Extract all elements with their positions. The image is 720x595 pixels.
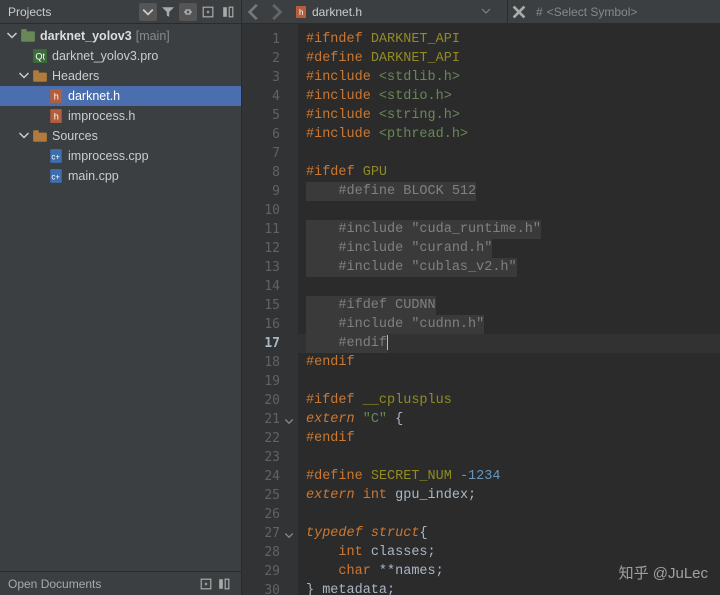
- fold-icon[interactable]: [284, 528, 294, 538]
- cpp-file-icon: c+: [48, 148, 64, 164]
- twisty-open-icon: [6, 30, 18, 42]
- tree-headers-folder[interactable]: Headers: [0, 66, 241, 86]
- code-line[interactable]: #ifdef CUDNN: [298, 296, 720, 315]
- cpp-file-icon: c+: [48, 168, 64, 184]
- svg-text:h: h: [54, 111, 59, 121]
- symbol-selector[interactable]: # <Select Symbol>: [528, 5, 645, 19]
- code-line[interactable]: extern "C" {: [298, 410, 720, 429]
- svg-text:h: h: [54, 91, 59, 101]
- code-line[interactable]: #define SECRET_NUM -1234: [298, 467, 720, 486]
- code-editor[interactable]: #ifndef DARKNET_API#define DARKNET_API#i…: [298, 24, 720, 595]
- code-line[interactable]: typedef struct{: [298, 524, 720, 543]
- split-icon[interactable]: [215, 575, 233, 593]
- folder-icon: [32, 128, 48, 144]
- editor-pane: h darknet.h # <Select Symbol> 1234567891…: [242, 0, 720, 595]
- h-file-icon: h: [48, 88, 64, 104]
- twisty-open-icon: [18, 70, 30, 82]
- line-gutter[interactable]: 1234567891011121314151617181920212223242…: [242, 24, 298, 595]
- code-line[interactable]: [298, 277, 720, 296]
- code-line[interactable]: #include <pthread.h>: [298, 125, 720, 144]
- code-line[interactable]: #endif: [298, 353, 720, 372]
- fold-icon[interactable]: [284, 414, 294, 424]
- folder-icon: [32, 68, 48, 84]
- new-window-icon[interactable]: [197, 575, 215, 593]
- tree-file-main-cpp[interactable]: c+ main.cpp: [0, 166, 241, 186]
- code-line[interactable]: #define DARKNET_API: [298, 49, 720, 68]
- code-line[interactable]: #include <string.h>: [298, 106, 720, 125]
- tree-project-root[interactable]: darknet_yolov3 [main]: [0, 26, 241, 46]
- code-line[interactable]: [298, 201, 720, 220]
- code-line[interactable]: #include "cuda_runtime.h": [298, 220, 720, 239]
- code-line[interactable]: #include "cublas_v2.h": [298, 258, 720, 277]
- combo-icon[interactable]: [139, 3, 157, 21]
- nav-forward-icon[interactable]: [266, 3, 284, 21]
- twisty-open-icon: [18, 130, 30, 142]
- tree-file-improcess-h[interactable]: h improcess.h: [0, 106, 241, 126]
- code-line[interactable]: char **names;: [298, 562, 720, 581]
- code-line[interactable]: } metadata;: [298, 581, 720, 595]
- link-icon[interactable]: [179, 3, 197, 21]
- code-line[interactable]: #ifndef DARKNET_API: [298, 30, 720, 49]
- code-line[interactable]: #ifdef __cplusplus: [298, 391, 720, 410]
- h-file-icon: h: [48, 108, 64, 124]
- nav-back-icon[interactable]: [246, 3, 264, 21]
- code-line[interactable]: #include "curand.h": [298, 239, 720, 258]
- close-file-icon[interactable]: [510, 3, 528, 21]
- svg-text:h: h: [299, 8, 303, 17]
- tree-pro-file[interactable]: Qt darknet_yolov3.pro: [0, 46, 241, 66]
- new-window-icon[interactable]: [199, 3, 217, 21]
- hash-icon: #: [536, 5, 543, 19]
- code-line[interactable]: [298, 372, 720, 391]
- code-line[interactable]: extern int gpu_index;: [298, 486, 720, 505]
- filter-icon[interactable]: [159, 3, 177, 21]
- svg-text:c+: c+: [51, 152, 60, 161]
- code-line[interactable]: #endif: [298, 429, 720, 448]
- code-line[interactable]: #define BLOCK 512: [298, 182, 720, 201]
- code-line[interactable]: #ifdef GPU: [298, 163, 720, 182]
- svg-text:Qt: Qt: [35, 51, 45, 61]
- code-line[interactable]: [298, 144, 720, 163]
- code-line[interactable]: [298, 505, 720, 524]
- code-line[interactable]: int classes;: [298, 543, 720, 562]
- sidebar-title: Projects: [8, 5, 139, 19]
- h-file-icon: h: [294, 5, 308, 19]
- tree-sources-folder[interactable]: Sources: [0, 126, 241, 146]
- project-tree[interactable]: darknet_yolov3 [main] Qt darknet_yolov3.…: [0, 24, 241, 571]
- code-line[interactable]: [298, 448, 720, 467]
- split-icon[interactable]: [219, 3, 237, 21]
- qt-file-icon: Qt: [32, 48, 48, 64]
- sidebar-header: Projects: [0, 0, 241, 24]
- projects-sidebar: Projects darknet_yolov3 [main] Qt darkne…: [0, 0, 242, 595]
- editor-toolbar: h darknet.h # <Select Symbol>: [242, 0, 720, 24]
- tree-file-improcess-cpp[interactable]: c+ improcess.cpp: [0, 146, 241, 166]
- tree-file-darknet-h[interactable]: h darknet.h: [0, 86, 241, 106]
- project-icon: [20, 28, 36, 44]
- svg-text:c+: c+: [51, 172, 60, 181]
- code-line[interactable]: #include <stdlib.h>: [298, 68, 720, 87]
- chevron-down-icon: [481, 5, 491, 19]
- open-documents-bar[interactable]: Open Documents: [0, 571, 241, 595]
- code-line[interactable]: #endif: [298, 334, 720, 353]
- code-line[interactable]: #include <stdio.h>: [298, 87, 720, 106]
- code-line[interactable]: #include "cudnn.h": [298, 315, 720, 334]
- file-breadcrumb[interactable]: h darknet.h: [288, 0, 508, 24]
